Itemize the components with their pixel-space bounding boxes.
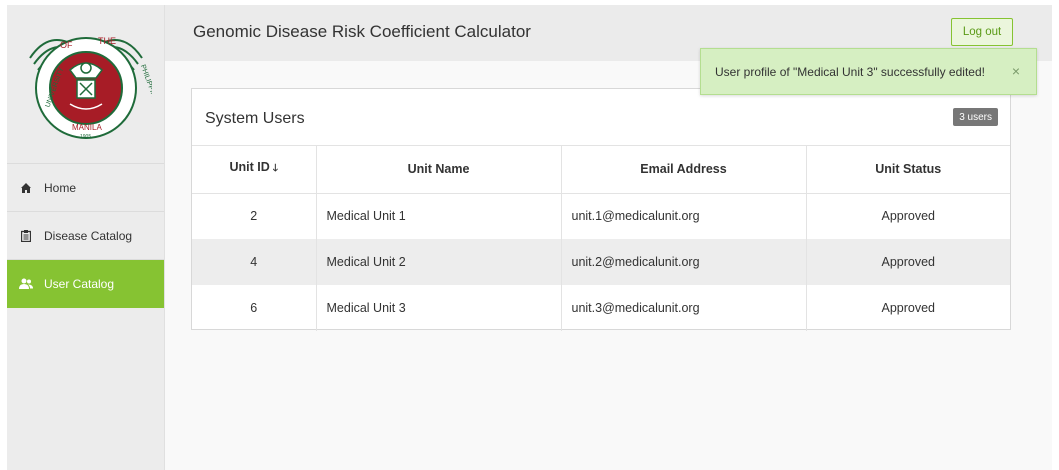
sort-down-icon: 🡓 [272, 163, 278, 175]
cell-status: Approved [881, 301, 935, 315]
svg-text:MANILA: MANILA [72, 123, 102, 132]
cell-email: unit.2@medicalunit.org [561, 239, 807, 285]
app-frame: OF THE UNIVERSITY PHILIPPINES MANILA 190… [7, 5, 1052, 470]
column-header-status[interactable]: Unit Status [806, 146, 1010, 194]
user-count-badge: 3 users [953, 108, 998, 126]
table-row[interactable]: 6 Medical Unit 3 unit.3@medicalunit.org … [192, 285, 1010, 331]
cell-status: Approved [881, 209, 935, 224]
panel-header: System Users 3 users [192, 89, 1010, 146]
svg-text:1905: 1905 [80, 134, 91, 140]
users-table: Unit ID 🡓 Unit Name Email Address Unit St… [192, 146, 1010, 331]
panel-title: System Users [205, 110, 305, 127]
sidebar-item-label: Disease Catalog [44, 228, 133, 243]
sidebar-item-label: Home [44, 180, 77, 195]
cell-unit-name: Medical Unit 2 [316, 239, 562, 285]
notification-message: User profile of "Medical Unit 3" success… [715, 64, 985, 79]
success-notification: User profile of "Medical Unit 3" success… [700, 48, 1037, 95]
svg-text:OF: OF [60, 40, 73, 50]
table-row[interactable]: 2 Medical Unit 1 unit.1@medicalunit.org … [192, 193, 1010, 239]
university-seal-logo: OF THE UNIVERSITY PHILIPPINES MANILA 190… [7, 5, 164, 163]
sidebar-item-label: User Catalog [44, 276, 115, 291]
logout-button[interactable]: Log out [951, 18, 1013, 46]
users-icon [19, 277, 33, 291]
cell-unit-id: 6 [192, 285, 317, 331]
cell-email: unit.3@medicalunit.org [561, 285, 807, 331]
column-header-unit-name[interactable]: Unit Name [316, 146, 562, 194]
cell-email: unit.1@medicalunit.org [561, 193, 807, 239]
column-header-unit-id[interactable]: Unit ID 🡓 [192, 146, 317, 194]
page-title: Genomic Disease Risk Coefficient Calcula… [193, 22, 531, 41]
sidebar: OF THE UNIVERSITY PHILIPPINES MANILA 190… [7, 5, 165, 470]
svg-text:THE: THE [98, 36, 116, 46]
cell-status: Approved [806, 239, 1010, 285]
sidebar-item-home[interactable]: Home [7, 164, 164, 212]
sidebar-nav: Home Disease Catalog User Catalog [7, 163, 164, 308]
sidebar-item-user-catalog[interactable]: User Catalog [7, 260, 164, 308]
table-row[interactable]: 4 Medical Unit 2 unit.2@medicalunit.org … [192, 239, 1010, 285]
cell-unit-name: Medical Unit 1 [316, 193, 562, 239]
cell-unit-name: Medical Unit 3 [316, 285, 562, 331]
column-header-email[interactable]: Email Address [561, 146, 807, 194]
clipboard-icon [19, 229, 33, 243]
sidebar-item-disease-catalog[interactable]: Disease Catalog [7, 212, 164, 260]
table-header-row: Unit ID 🡓 Unit Name Email Address Unit St… [192, 146, 1010, 194]
cell-unit-id: 4 [192, 239, 317, 285]
cell-unit-id: 2 [192, 193, 317, 239]
svg-text:PHILIPPINES: PHILIPPINES [138, 64, 151, 107]
home-icon [19, 181, 33, 195]
close-icon[interactable]: × [1012, 64, 1020, 78]
system-users-panel: System Users 3 users Unit ID 🡓 Unit Name … [191, 88, 1011, 331]
